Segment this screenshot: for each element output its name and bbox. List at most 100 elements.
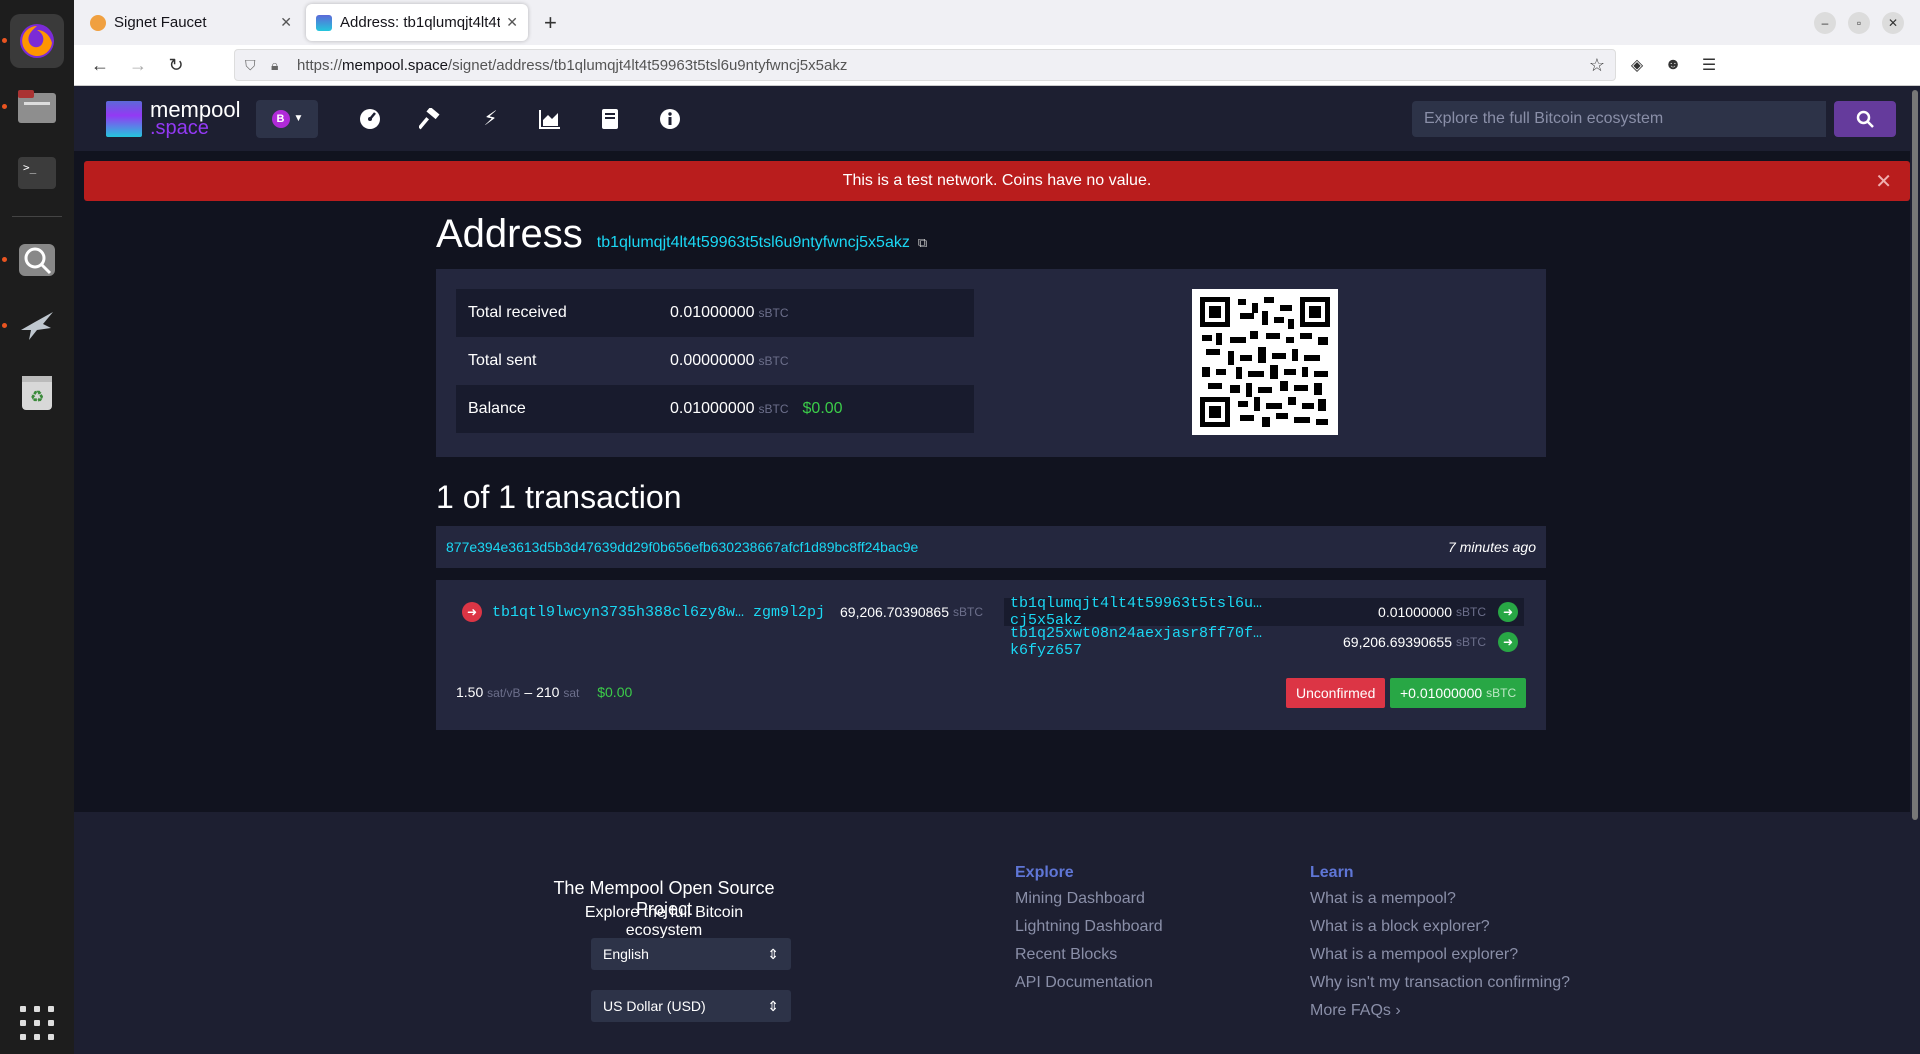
search-button[interactable] [1834, 100, 1896, 137]
footer-link[interactable]: What is a mempool? [1310, 890, 1570, 910]
search-icon [1856, 110, 1874, 128]
maximize-icon[interactable]: ▫ [1848, 12, 1870, 34]
search-app-icon [19, 244, 55, 276]
row-unit: sBTC [758, 306, 789, 320]
info-icon[interactable] [640, 100, 700, 138]
qr-code-icon [1200, 297, 1330, 427]
tab-title: Address: tb1qlumqjt4lt4t [340, 14, 501, 31]
output-address[interactable]: tb1q25xwt08n24aexjasr8ff70f… k6fyz657 [1010, 625, 1340, 659]
output-amount: 0.01000000 [1378, 604, 1452, 620]
close-tab-icon[interactable]: ✕ [506, 14, 518, 31]
arrow-right-icon[interactable]: ➜ [1498, 632, 1518, 652]
forward-icon[interactable]: → [122, 49, 154, 81]
firefox-dock-item[interactable] [2, 14, 64, 68]
trash-dock-item[interactable]: ♻ [10, 365, 64, 419]
lightning-icon[interactable]: ⚡︎ [460, 100, 520, 138]
footer-link[interactable]: Recent Blocks [1015, 946, 1163, 966]
mempool-logo[interactable]: mempool .space [106, 96, 241, 139]
shield-icon[interactable]: ⛉ [245, 57, 263, 74]
close-icon[interactable]: ✕ [1875, 169, 1892, 194]
files-dock-item[interactable] [2, 80, 64, 134]
scrollbar-thumb[interactable] [1912, 90, 1918, 820]
fee-unit: sat [563, 686, 580, 700]
browser-window: Signet Faucet ✕ Address: tb1qlumqjt4lt4t… [74, 0, 1920, 1054]
close-tab-icon[interactable]: ✕ [280, 14, 292, 31]
footer-link[interactable]: Why isn't my transaction confirming? [1310, 974, 1570, 994]
output-address[interactable]: tb1qlumqjt4lt4t59963t5tsl6u… cj5x5akz [1010, 595, 1340, 629]
language-value: English [603, 946, 649, 962]
window-controls: – ▫ ✕ [1814, 12, 1904, 34]
footer-link[interactable]: What is a block explorer? [1310, 918, 1570, 938]
footer-link[interactable]: What is a mempool explorer? [1310, 946, 1570, 966]
url-bar[interactable]: ⛉ 🔒︎ https://mempool.space/signet/addres… [234, 49, 1616, 81]
svg-text:♻: ♻ [30, 389, 44, 406]
arrow-right-icon[interactable]: ➜ [462, 602, 482, 622]
dock-separator [12, 216, 62, 217]
footer-link[interactable]: Mining Dashboard [1015, 890, 1163, 910]
app-grid-icon[interactable] [20, 1006, 54, 1040]
output-unit: sBTC [1456, 635, 1486, 649]
files-icon [18, 90, 56, 123]
learn-heading: Learn [1310, 864, 1354, 881]
fee-rate: 1.50 [456, 684, 484, 700]
logo-mark [106, 100, 142, 137]
search-input[interactable] [1412, 100, 1826, 137]
bookmark-star-icon[interactable]: ☆ [1589, 55, 1605, 76]
tab-signet-faucet[interactable]: Signet Faucet ✕ [80, 4, 302, 41]
terminal-dock-item[interactable]: >_ [10, 146, 64, 200]
sort-arrows-icon: ⇕ [767, 945, 779, 962]
pocket-icon[interactable]: ◈ [1626, 55, 1648, 75]
tab-address[interactable]: Address: tb1qlumqjt4lt4t ✕ [306, 4, 528, 41]
footer-link[interactable]: API Documentation [1015, 974, 1163, 994]
footer-link[interactable]: More FAQs › [1310, 1002, 1570, 1022]
faucet-favicon-icon [90, 14, 106, 31]
txid-link[interactable]: 877e394e3613d5b3d47639dd29f0b656efb63023… [446, 539, 918, 555]
fee-fiat: $0.00 [597, 684, 633, 700]
input-address[interactable]: tb1qtl9lwcyn3735h388cl6zy8w… zgm9l2pj [492, 604, 832, 621]
row-label: Balance [468, 400, 526, 417]
search-app-dock-item[interactable] [2, 233, 64, 287]
back-icon[interactable]: ← [84, 49, 116, 81]
row-label: Total received [468, 304, 567, 321]
address-heading: Address [436, 212, 583, 256]
mining-hammer-icon[interactable] [400, 100, 460, 138]
mempool-favicon-icon [316, 14, 332, 31]
total-received-row: Total received 0.01000000 sBTC [456, 289, 974, 337]
row-unit: sBTC [758, 354, 789, 368]
terminal-icon: >_ [18, 157, 56, 189]
address-qr-code [1192, 289, 1338, 435]
explore-heading: Explore [1015, 864, 1074, 881]
logo-text: mempool .space [150, 96, 241, 139]
currency-select[interactable]: US Dollar (USD) ⇕ [591, 990, 791, 1022]
currency-value: US Dollar (USD) [603, 998, 706, 1014]
arrow-right-icon[interactable]: ➜ [1498, 602, 1518, 622]
address-stats-table: Total received 0.01000000 sBTC Total sen… [456, 289, 974, 433]
net-amount: +0.01000000 [1400, 685, 1483, 701]
sort-arrows-icon: ⇕ [767, 997, 779, 1014]
reload-icon[interactable]: ↻ [160, 49, 192, 81]
extension-icon[interactable]: ☻ [1662, 56, 1684, 74]
docs-book-icon[interactable] [580, 100, 640, 138]
bitcoin-icon: B [271, 109, 290, 128]
new-tab-button[interactable]: + [532, 4, 569, 41]
lock-icon[interactable]: 🔒︎ [271, 57, 289, 74]
trash-icon: ♻ [22, 376, 52, 410]
close-window-icon[interactable]: ✕ [1882, 12, 1904, 34]
graphs-icon[interactable] [520, 100, 580, 138]
running-indicator [2, 104, 7, 109]
fee-separator: – [524, 684, 533, 700]
footer-link[interactable]: Lightning Dashboard [1015, 918, 1163, 938]
tab-bar: Signet Faucet ✕ Address: tb1qlumqjt4lt4t… [74, 0, 1920, 45]
address-link[interactable]: tb1qlumqjt4lt4t59963t5tsl6u9ntyfwncj5x5a… [597, 234, 910, 252]
output-unit: sBTC [1456, 605, 1486, 619]
dock: >_ ♻ [0, 0, 74, 1054]
chevron-down-icon: ▼ [293, 113, 304, 124]
dashboard-icon[interactable] [340, 100, 400, 138]
copy-icon[interactable]: ⧉ [918, 235, 927, 251]
bird-app-dock-item[interactable] [2, 299, 64, 353]
menu-icon[interactable]: ☰ [1698, 55, 1720, 75]
minimize-icon[interactable]: – [1814, 12, 1836, 34]
page-scrollbar[interactable] [1910, 86, 1920, 1054]
language-select[interactable]: English ⇕ [591, 938, 791, 970]
network-selector[interactable]: B ▼ [256, 99, 319, 138]
